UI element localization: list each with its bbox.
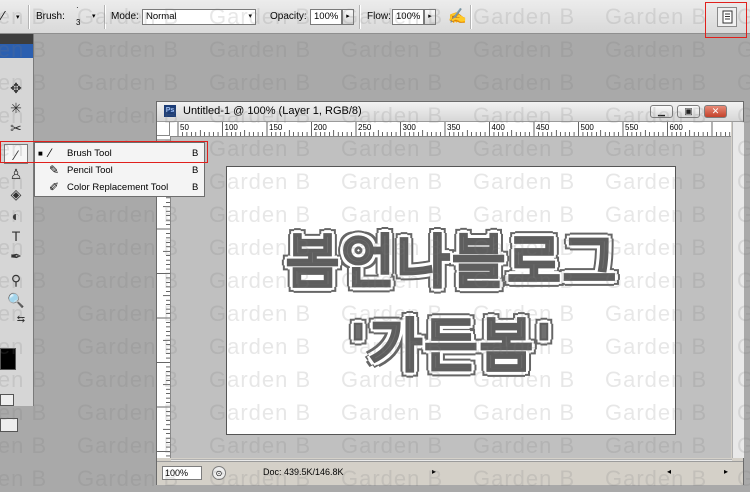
opacity-label: Opacity: (270, 11, 307, 22)
watermark-text: Garden B (209, 37, 312, 62)
paint-bucket-tool-icon[interactable]: ◈ (4, 184, 28, 204)
horizontal-ruler-ticks: 50 100 150 200 250 300 350 400 450 500 550 600 (177, 122, 731, 136)
flow-label: Flow: (367, 11, 391, 22)
scroll-left-icon[interactable]: ◂ (667, 467, 671, 476)
foreground-color-swatch[interactable] (0, 348, 16, 370)
ruler-label: 550 (625, 123, 639, 132)
status-menu-icon[interactable]: ⊙ (212, 466, 226, 480)
brush-label: Brush: (36, 11, 65, 22)
ruler-label: 200 (314, 123, 328, 132)
move-tool-icon[interactable]: ✥ (4, 78, 28, 98)
toolbox: ✥ ✳ ✂ ⁄ ♙ ◈ ◐ T ✒ ⚲ 🔍 ⇆ (0, 34, 34, 432)
mode-value: Normal (146, 11, 177, 22)
document-size-info: Doc: 439.5K/146.8K (263, 467, 344, 477)
opacity-input[interactable]: 100% (310, 9, 342, 25)
opacity-slider-button[interactable]: ▸ (342, 9, 354, 25)
ruler-label: 450 (536, 123, 550, 132)
brush-tool-preset-icon[interactable]: ⁄ (2, 8, 4, 23)
document-title: Untitled-1 @ 100% (Layer 1, RGB/8) (183, 105, 362, 117)
zoom-tool-icon[interactable]: 🔍 (4, 290, 28, 310)
ruler-label: 400 (492, 123, 506, 132)
chevron-down-icon: ▾ (248, 13, 252, 20)
clone-stamp-tool-icon[interactable]: ♙ (4, 164, 28, 184)
flyout-shortcut: B (192, 182, 199, 193)
watermark-text: Garden B (0, 466, 48, 491)
magic-wand-tool-icon[interactable]: ✳ (4, 98, 28, 118)
mode-label: Mode: (111, 11, 139, 22)
flyout-item-pencil-tool[interactable]: ✎ Pencil Tool B (35, 162, 204, 179)
watermark-text: Garden B (605, 37, 708, 62)
flow-input[interactable]: 100% (392, 9, 424, 25)
ps-document-icon: Ps (164, 105, 176, 117)
flyout-label: Color Replacement Tool (67, 182, 169, 193)
ruler-label: 500 (581, 123, 595, 132)
brush-tool-highlight (0, 141, 208, 163)
watermark-text: Garden B (737, 70, 750, 95)
maximize-button[interactable]: ▣ (677, 105, 700, 118)
type-tool-icon[interactable]: T (4, 226, 28, 246)
watermark-text: Garden B (77, 70, 180, 95)
watermark-text: Garden B (473, 70, 576, 95)
ruler-label: 350 (447, 123, 461, 132)
crop-tool-icon[interactable]: ✂ (4, 118, 28, 138)
canvas-area[interactable]: 봄언나블로그 '가든봄' (171, 137, 731, 458)
watermark-text: Garden B (605, 70, 708, 95)
quick-mask-button[interactable] (0, 394, 14, 406)
watermark-text: Garden B (473, 37, 576, 62)
watermark-text: Garden B (341, 70, 444, 95)
pencil-icon: ✎ (49, 163, 60, 177)
watermark-text: Garden B (77, 37, 180, 62)
flyout-label: Pencil Tool (67, 165, 113, 176)
ruler-label: 50 (180, 123, 189, 132)
flyout-shortcut: B (192, 165, 199, 176)
toolbox-header (0, 44, 33, 58)
eyedropper-tool-icon[interactable]: ⚲ (4, 270, 28, 290)
minimize-button[interactable]: ▁ (650, 105, 673, 118)
watermark-text: Garden B (209, 70, 312, 95)
ruler-label: 600 (670, 123, 684, 132)
watermark-text: Garden B (341, 37, 444, 62)
document-window: Ps Untitled-1 @ 100% (Layer 1, RGB/8) ▁ … (156, 101, 744, 485)
watermark-text: Garden B (0, 433, 48, 458)
scroll-right-icon[interactable]: ▸ (724, 467, 728, 476)
horizontal-ruler[interactable]: 50 100 150 200 250 300 350 400 450 500 550 600 (170, 122, 731, 137)
status-arrow-icon[interactable]: ▸ (432, 467, 436, 476)
flow-slider-button[interactable]: ▸ (424, 9, 436, 25)
vertical-scrollbar[interactable] (732, 122, 744, 458)
ruler-origin[interactable] (157, 122, 170, 136)
mode-select[interactable]: Normal ▾ (142, 9, 256, 25)
canvas-text-line2: '가든봄' (348, 311, 555, 381)
airbrush-icon[interactable]: ✍ (448, 7, 467, 25)
options-bar: ⁄ ▾ Brush: · 3 ▾ Mode: Normal ▾ Opacity:… (0, 0, 750, 34)
document-canvas[interactable]: 봄언나블로그 '가든봄' (226, 166, 676, 435)
flyout-item-color-replacement-tool[interactable]: ✐ Color Replacement Tool B (35, 179, 204, 196)
status-bar: 100% ⊙ Doc: 439.5K/146.8K ▸ ◂ ▸ (157, 461, 743, 485)
watermark-text: Garden B (737, 37, 750, 62)
brush-size-value: 3 (76, 18, 81, 27)
color-replacement-icon: ✐ (49, 180, 60, 194)
brush-picker-arrow[interactable]: ▾ (92, 12, 96, 20)
dodge-tool-icon[interactable]: ◐ (4, 206, 28, 226)
pen-tool-icon[interactable]: ✒ (4, 246, 28, 266)
palette-button-highlight (705, 2, 747, 38)
preset-dropdown-arrow[interactable]: ▾ (16, 13, 20, 21)
ruler-label: 250 (358, 123, 372, 132)
close-button[interactable]: ✕ (704, 105, 727, 118)
screen-mode-button[interactable] (0, 418, 18, 432)
document-titlebar[interactable]: Ps Untitled-1 @ 100% (Layer 1, RGB/8) ▁ … (157, 102, 743, 122)
zoom-level-input[interactable]: 100% (162, 466, 202, 480)
toolbox-grip[interactable] (0, 34, 33, 44)
ruler-label: 300 (403, 123, 417, 132)
brush-dot-icon: · (76, 3, 79, 12)
ruler-label: 100 (225, 123, 239, 132)
canvas-text-line1: 봄언나블로그 (285, 227, 619, 297)
ruler-label: 150 (269, 123, 283, 132)
swap-colors-icon[interactable]: ⇆ (14, 310, 28, 330)
